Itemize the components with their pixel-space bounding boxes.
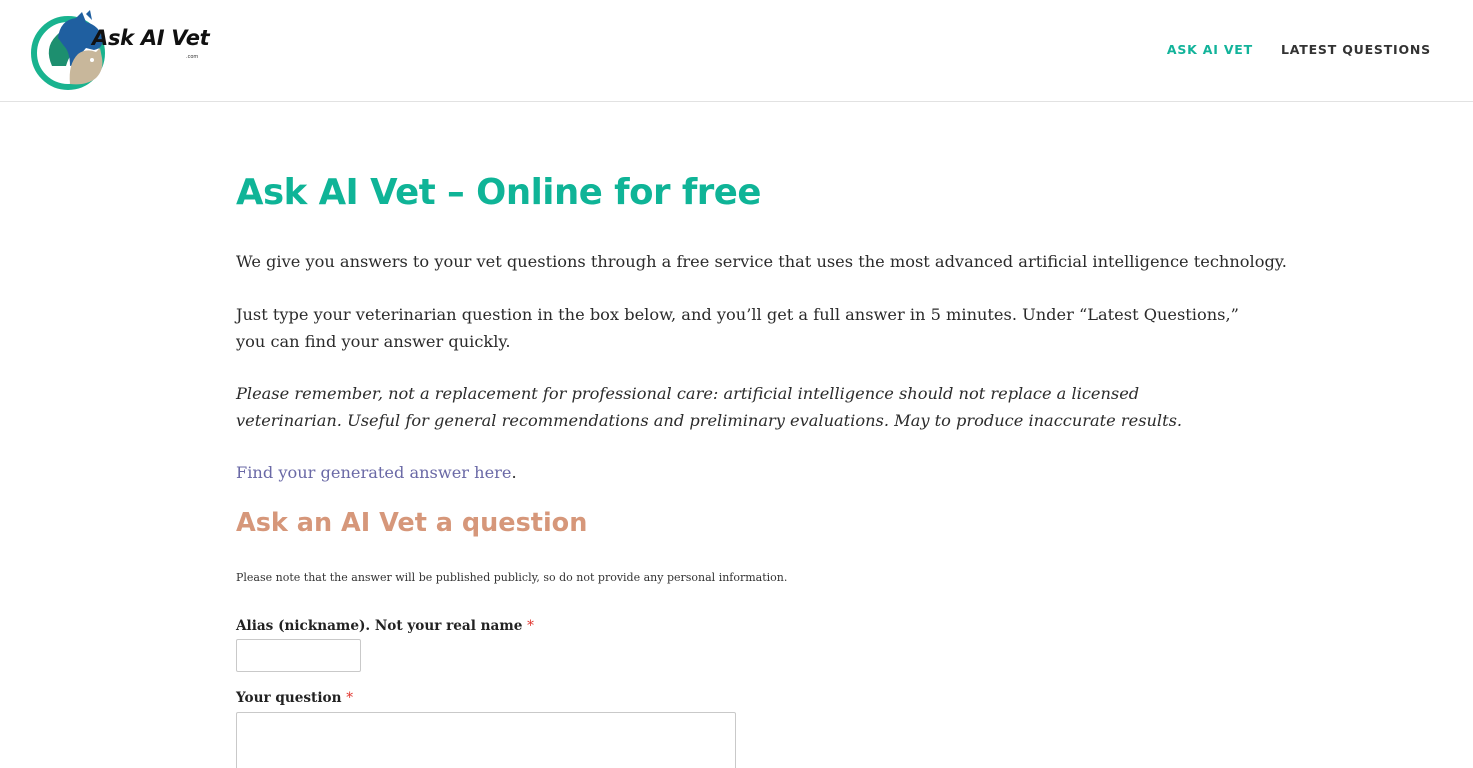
alias-label-text: Alias (nickname). Not your real name — [236, 618, 523, 634]
question-textarea[interactable] — [236, 712, 736, 768]
find-answer-link[interactable]: Find your generated answer here — [236, 463, 512, 482]
alias-label: Alias (nickname). Not your real name * — [236, 618, 534, 634]
alias-input[interactable] — [236, 639, 361, 672]
question-label-text: Your question — [236, 690, 342, 706]
site-logo-link[interactable] — [30, 8, 112, 92]
privacy-notice: Please note that the answer will be publ… — [236, 571, 788, 584]
nav-item-latest-questions[interactable]: LATEST QUESTIONS — [1281, 42, 1431, 57]
site-header: Ask AI Vet .com ASK AI VET LATEST QUESTI… — [0, 0, 1473, 102]
logo-text[interactable]: Ask AI Vet — [92, 26, 210, 50]
question-label: Your question * — [236, 690, 353, 706]
nav-item-ask-ai-vet[interactable]: ASK AI VET — [1167, 42, 1253, 57]
required-asterisk: * — [527, 618, 534, 634]
form-heading: Ask an AI Vet a question — [236, 508, 588, 538]
disclaimer-paragraph: Please remember, not a replacement for p… — [236, 384, 1183, 430]
instructions-paragraph: Just type your veterinarian question in … — [236, 305, 1239, 351]
page-title: Ask AI Vet – Online for free — [236, 172, 761, 213]
intro-paragraph: We give you answers to your vet question… — [236, 252, 1287, 271]
required-asterisk: * — [346, 690, 353, 706]
dog-cat-logo-icon — [31, 10, 105, 90]
main-nav: ASK AI VET LATEST QUESTIONS — [1167, 42, 1431, 57]
main-content: Ask AI Vet – Online for free We give you… — [236, 168, 1287, 768]
answer-link-suffix: . — [511, 463, 517, 482]
logo-subtext: .com — [186, 54, 199, 60]
answer-link-paragraph: Find your generated answer here. — [236, 460, 517, 487]
